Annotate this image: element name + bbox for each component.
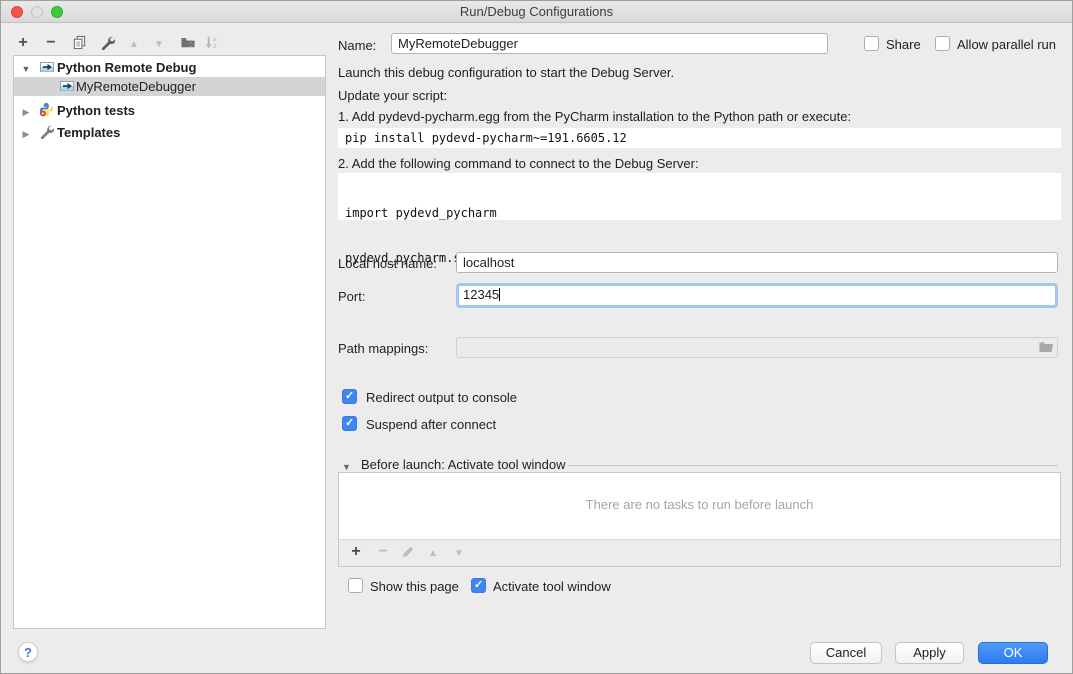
configurations-tree: Python Remote Debug MyRemoteDebugger (13, 55, 326, 629)
before-launch-tasks-panel: There are no tasks to run before launch (338, 472, 1061, 567)
svg-text:z: z (213, 43, 216, 50)
activate-tool-window-label: Activate tool window (493, 579, 611, 595)
tree-item-python-remote-debug[interactable]: Python Remote Debug (14, 58, 325, 77)
redirect-output-checkbox[interactable] (342, 389, 357, 404)
text-caret (499, 288, 500, 301)
tasks-toolbar (339, 539, 1060, 566)
move-up-icon (124, 33, 144, 53)
before-launch-collapse-icon[interactable] (342, 458, 351, 473)
folder-icon (1038, 339, 1054, 355)
edit-task-icon (398, 542, 418, 562)
tree-item-templates[interactable]: Templates (14, 123, 325, 142)
sort-configurations-icon: a z (201, 33, 221, 53)
move-down-icon (149, 33, 169, 53)
wrench-icon (100, 35, 115, 50)
settrace-code-block[interactable]: import pydevd_pycharm pydevd_pycharm.set… (338, 173, 1061, 220)
show-this-page-checkbox[interactable] (348, 578, 363, 593)
path-mappings-input[interactable] (456, 337, 1058, 358)
local-host-name-label: Local host name: (338, 256, 437, 272)
port-input[interactable]: 12345 (456, 283, 1058, 308)
tree-item-label: MyRemoteDebugger (76, 77, 196, 96)
edit-defaults-icon[interactable] (97, 33, 117, 53)
intro-text: Launch this debug configuration to start… (338, 65, 674, 81)
cancel-button[interactable]: Cancel (810, 642, 882, 664)
tree-item-label: Python Remote Debug (57, 58, 196, 77)
share-checkbox[interactable] (864, 36, 879, 51)
suspend-after-connect-label: Suspend after connect (366, 417, 496, 433)
copy-icon (72, 35, 87, 50)
help-button[interactable]: ? (18, 642, 38, 662)
sort-az-icon: a z (204, 35, 219, 50)
collapse-arrow-icon[interactable] (20, 123, 32, 144)
port-value: 12345 (463, 287, 499, 302)
tree-item-label: Python tests (57, 101, 135, 120)
show-this-page-label: Show this page (370, 579, 459, 595)
suspend-after-connect-checkbox[interactable] (342, 416, 357, 431)
step1-text: 1. Add pydevd-pycharm.egg from the PyCha… (338, 109, 851, 125)
add-task-icon[interactable] (346, 542, 366, 562)
code-line-1: import pydevd_pycharm (345, 205, 1054, 222)
allow-parallel-run-checkbox[interactable] (935, 36, 950, 51)
pencil-icon (401, 545, 415, 559)
copy-configuration-icon[interactable] (69, 33, 89, 53)
folder-plus-icon (180, 35, 196, 50)
expand-arrow-icon[interactable] (20, 58, 32, 79)
activate-tool-window-checkbox[interactable] (471, 578, 486, 593)
move-task-up-icon (423, 542, 443, 562)
local-host-name-input[interactable] (456, 252, 1058, 273)
update-script-text: Update your script: (338, 88, 447, 104)
new-folder-icon[interactable] (178, 33, 198, 53)
remove-configuration-icon[interactable] (41, 33, 61, 53)
step2-text: 2. Add the following command to connect … (338, 156, 699, 172)
section-divider (568, 465, 1058, 466)
allow-parallel-run-label: Allow parallel run (957, 37, 1056, 53)
tree-item-myremotedebugger[interactable]: MyRemoteDebugger (14, 77, 325, 96)
run-debug-configurations-dialog: Run/Debug Configurations a z (0, 0, 1073, 674)
port-label: Port: (338, 289, 365, 305)
apply-button[interactable]: Apply (895, 642, 964, 664)
remove-task-icon (373, 542, 393, 562)
tree-item-label: Templates (57, 123, 120, 142)
window-title: Run/Debug Configurations (1, 4, 1072, 19)
name-label: Name: (338, 38, 376, 54)
collapse-arrow-icon[interactable] (20, 101, 32, 122)
add-configuration-icon[interactable] (13, 33, 33, 53)
path-mappings-label: Path mappings: (338, 341, 428, 357)
share-checkbox-label: Share (886, 37, 921, 53)
redirect-output-label: Redirect output to console (366, 390, 517, 406)
tree-item-python-tests[interactable]: Python tests (14, 101, 325, 120)
ok-button[interactable]: OK (978, 642, 1048, 664)
move-task-down-icon (449, 542, 469, 562)
pip-install-command[interactable]: pip install pydevd-pycharm~=191.6605.12 (338, 128, 1061, 148)
before-launch-title: Before launch: Activate tool window (361, 457, 566, 473)
remote-debug-config-icon (59, 78, 75, 94)
browse-path-mappings-button[interactable] (1038, 339, 1054, 355)
no-tasks-message: There are no tasks to run before launch (339, 497, 1060, 512)
name-input[interactable] (391, 33, 828, 54)
title-bar: Run/Debug Configurations (1, 1, 1072, 23)
python-tests-icon (39, 102, 55, 118)
svg-text:a: a (213, 36, 217, 43)
remote-debug-config-icon (39, 59, 55, 75)
templates-wrench-icon (39, 124, 55, 140)
